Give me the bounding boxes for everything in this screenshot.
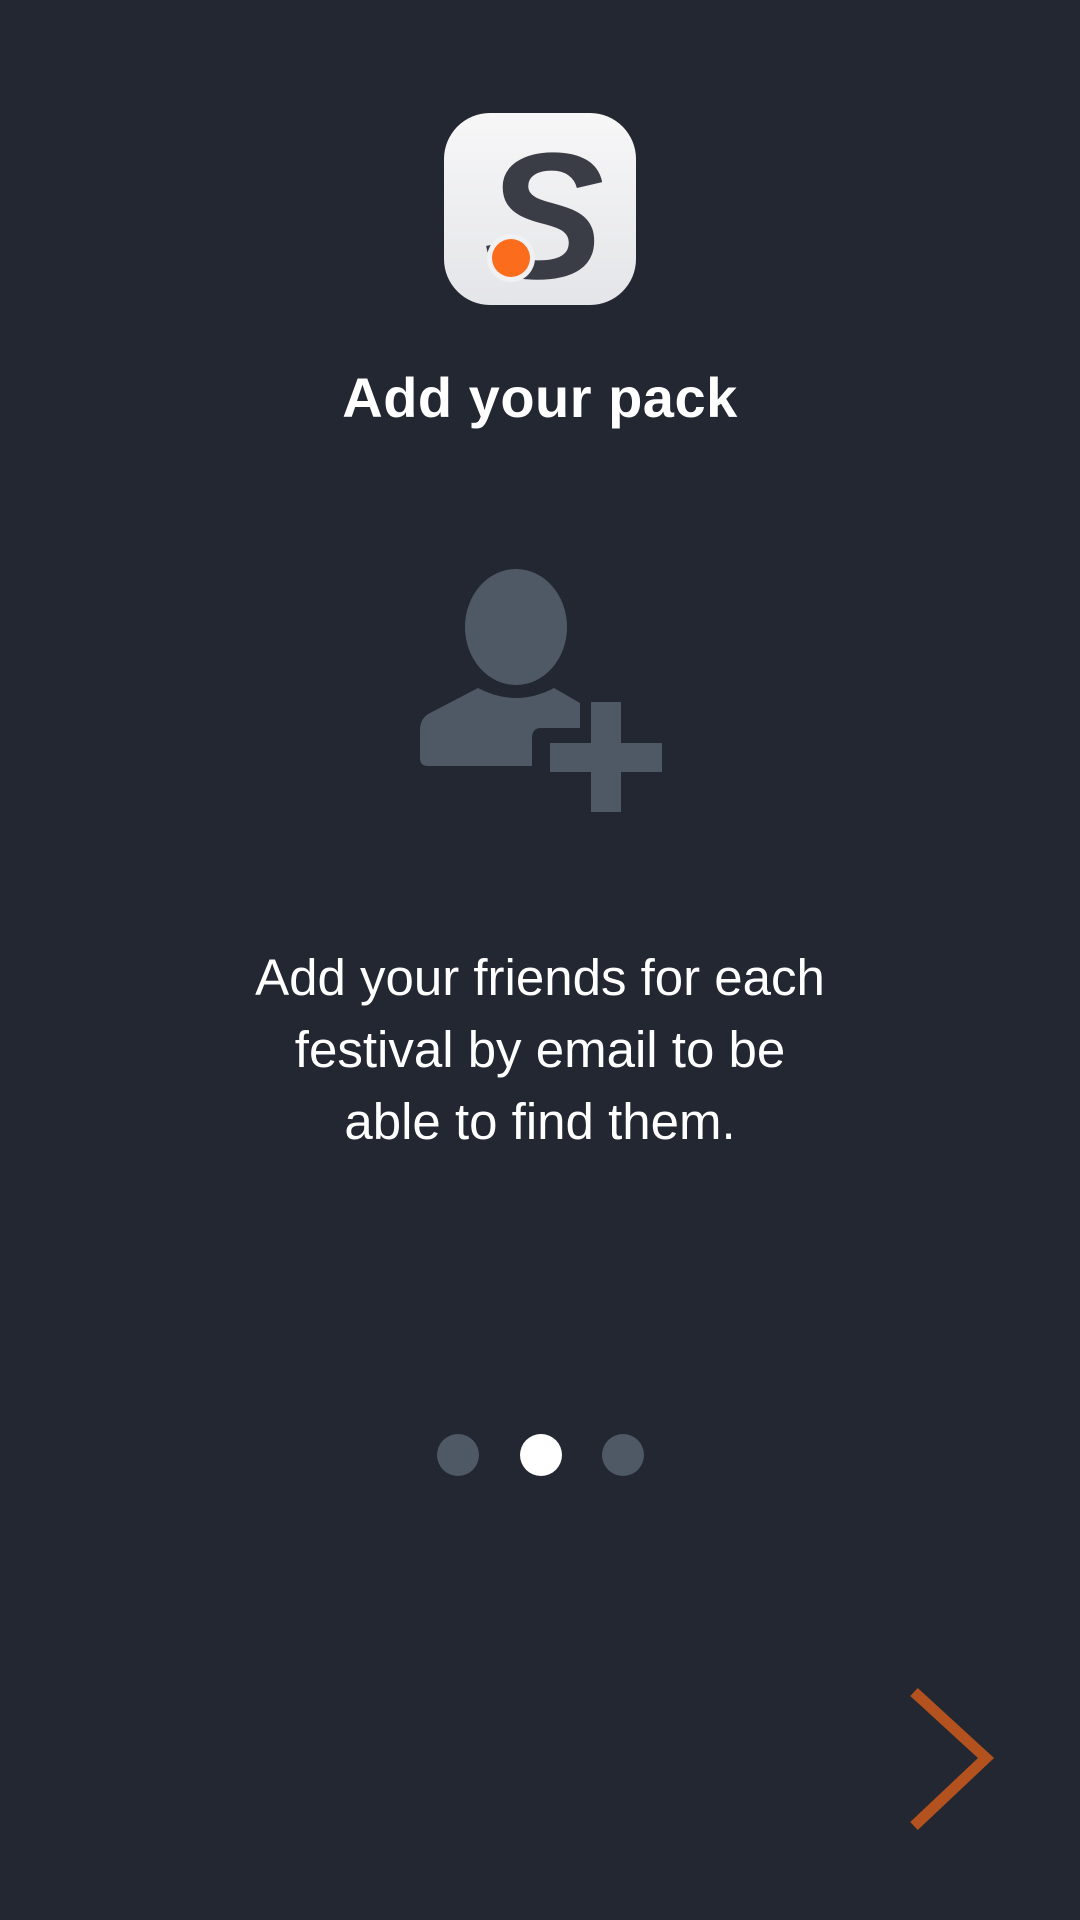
- chevron-right-icon: [910, 1687, 995, 1830]
- onboarding-description: Add your friends for each festival by em…: [255, 949, 825, 1150]
- app-logo: S: [444, 113, 636, 305]
- page-title: Add your pack: [342, 366, 738, 429]
- next-button[interactable]: [896, 1684, 1006, 1834]
- page-dot-2-active[interactable]: [520, 1434, 562, 1476]
- page-dot-3[interactable]: [602, 1434, 644, 1476]
- page-dot-1[interactable]: [437, 1434, 479, 1476]
- add-user-icon: [416, 568, 664, 814]
- onboarding-screen: S Add your pack Add your friends for eac…: [0, 0, 1080, 1920]
- page-indicator: [0, 1434, 1080, 1478]
- logo-dot: [492, 239, 530, 277]
